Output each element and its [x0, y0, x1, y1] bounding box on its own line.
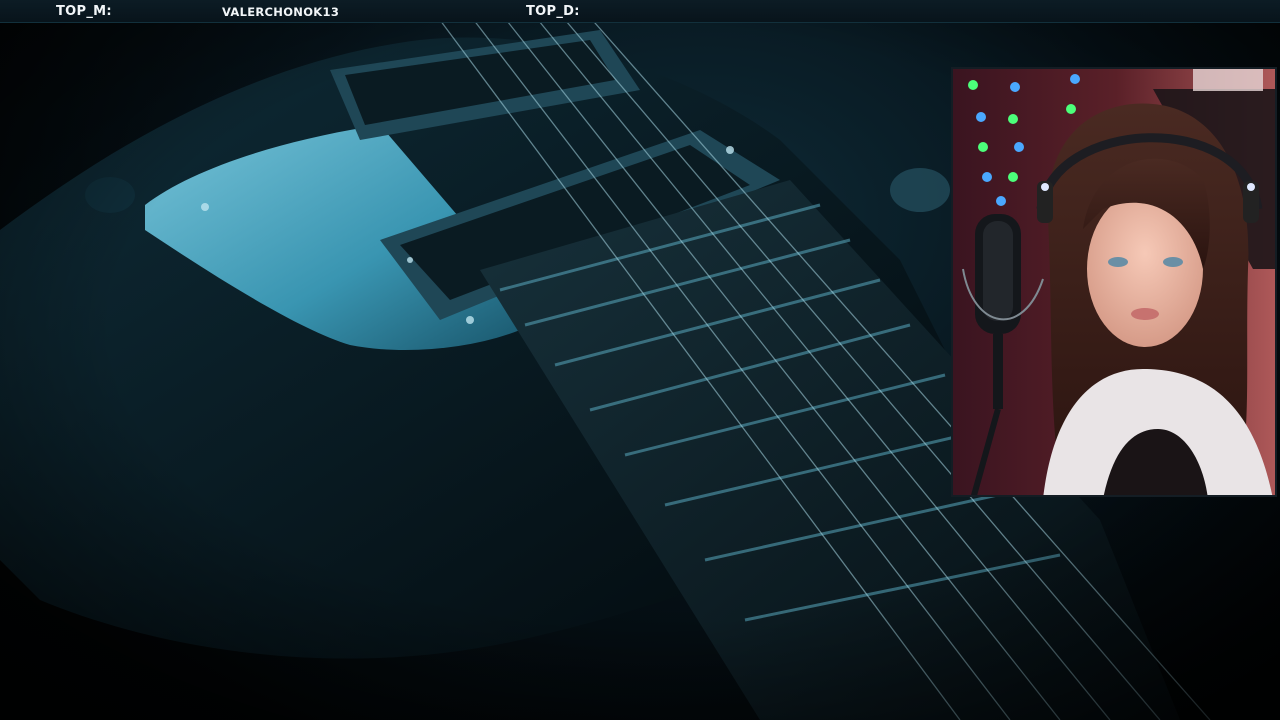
top-m-value: VALERCHONOK13 [222, 5, 340, 19]
top-m-label: TOP_M: [56, 4, 112, 19]
webcam-feed [953, 69, 1275, 495]
stream-topbar: TOP_M: VALERCHONOK13 TOP_D: [0, 0, 1280, 23]
webcam-frame [951, 67, 1277, 497]
stream-stage: TOP_M: VALERCHONOK13 TOP_D: [0, 0, 1280, 720]
top-d-label: TOP_D: [526, 4, 580, 19]
